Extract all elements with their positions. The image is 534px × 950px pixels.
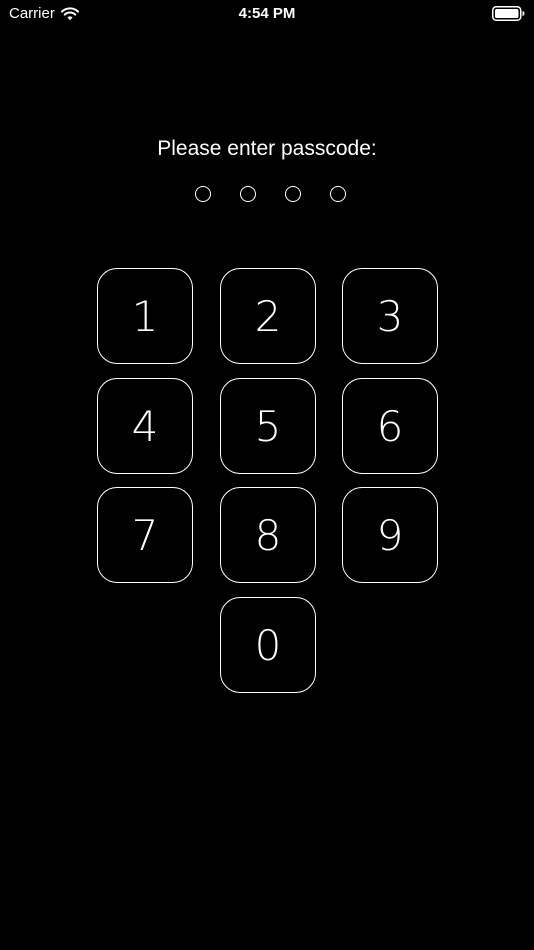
key-9[interactable]: 9 — [342, 487, 438, 583]
passcode-dot — [239, 186, 256, 202]
key-0[interactable]: 0 — [220, 597, 316, 693]
key-1[interactable]: 1 — [97, 268, 193, 364]
key-5[interactable]: 5 — [220, 378, 316, 474]
passcode-indicator — [0, 186, 534, 206]
passcode-dot — [284, 186, 301, 202]
battery-icon — [492, 6, 525, 21]
passcode-dot — [194, 186, 211, 202]
key-3[interactable]: 3 — [342, 268, 438, 364]
key-4[interactable]: 4 — [97, 378, 193, 474]
key-8[interactable]: 8 — [220, 487, 316, 583]
key-6[interactable]: 6 — [342, 378, 438, 474]
key-7[interactable]: 7 — [97, 487, 193, 583]
passcode-prompt: Please enter passcode: — [157, 137, 377, 160]
status-bar: Carrier 4:54 PM — [0, 0, 534, 28]
status-time: 4:54 PM — [238, 5, 296, 22]
key-2[interactable]: 2 — [220, 268, 316, 364]
passcode-dot — [329, 186, 346, 202]
